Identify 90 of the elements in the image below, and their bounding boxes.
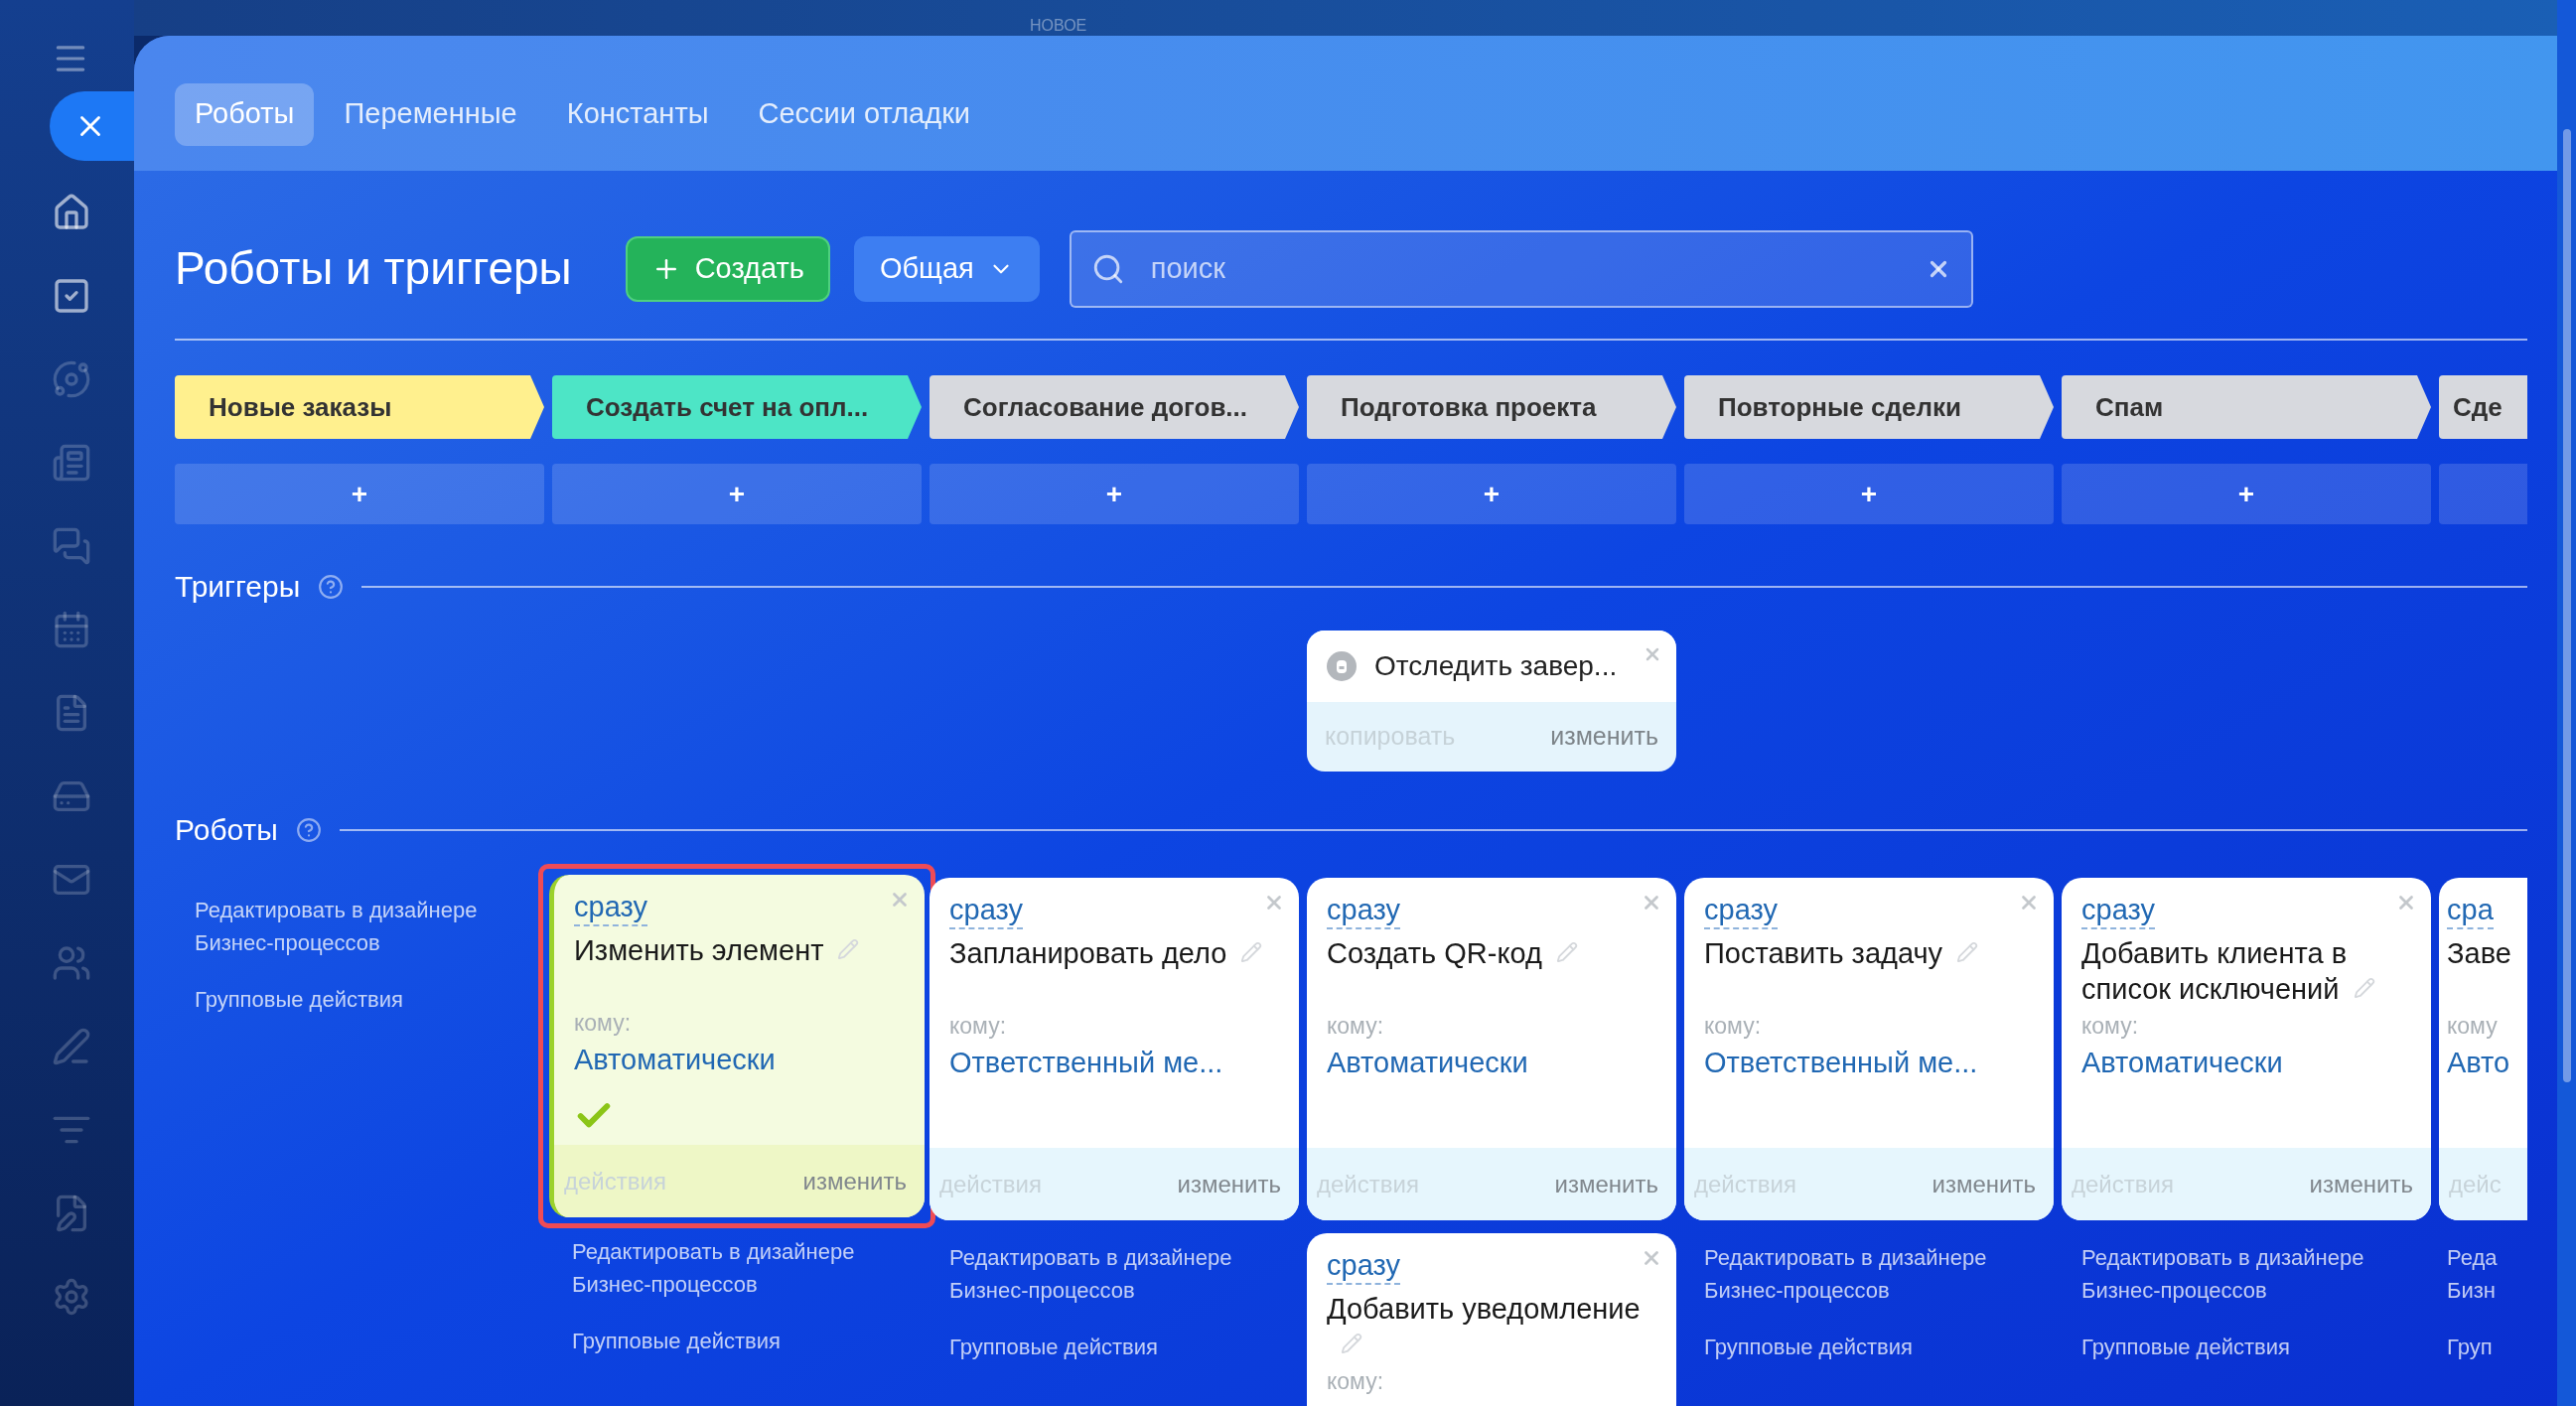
robot-title: Создать QR-код [1327, 937, 1542, 969]
add-trigger-button[interactable]: + [1684, 464, 2054, 524]
home-icon[interactable] [52, 193, 91, 232]
tab[interactable]: Константы [546, 82, 729, 146]
edit-link[interactable]: изменить [2309, 1166, 2413, 1202]
timing-link[interactable]: сразу [2081, 892, 2155, 929]
pencil-icon[interactable] [2353, 977, 2375, 999]
settings-icon[interactable] [52, 1277, 91, 1317]
stage-tab[interactable]: Сде [2439, 375, 2527, 439]
add-trigger-button[interactable] [2439, 464, 2527, 524]
stage-tab[interactable]: Новые заказы [175, 375, 544, 439]
timing-link[interactable]: сразу [949, 892, 1023, 929]
robot-action-link[interactable]: Редактировать в дизайнере Бизнес-процессов [572, 1235, 880, 1301]
recipient-link[interactable]: Автоматически [574, 1042, 776, 1077]
tab[interactable]: Переменные [324, 82, 537, 146]
recipient-label: кому [2447, 1012, 2498, 1041]
pencil-icon[interactable] [1240, 941, 1263, 963]
robot-action-link[interactable]: Реда Бизн [2447, 1241, 2527, 1307]
recipient-link[interactable]: Автоматически [2081, 1045, 2283, 1080]
robot-title: Заве [2447, 937, 2511, 969]
robot-action-link[interactable]: Редактировать в дизайнере Бизнес-процессов [2081, 1241, 2389, 1307]
close-button[interactable] [50, 91, 134, 161]
calendar-icon[interactable] [52, 610, 91, 649]
tab[interactable]: Сессии отладки [738, 82, 991, 146]
robot-title: Запланировать дело [949, 937, 1227, 969]
add-trigger-button[interactable]: + [552, 464, 922, 524]
robot-card[interactable]: сразу Добавить уведомление кому: [1307, 1233, 1676, 1406]
users-icon[interactable] [52, 943, 91, 983]
recipient-link[interactable]: Ответственный ме... [1704, 1045, 1978, 1080]
robot-title: Поставить задачу [1704, 937, 1943, 969]
filter-dropdown[interactable]: Общая [853, 235, 1040, 302]
recipient-label: кому: [949, 1012, 1007, 1041]
add-trigger-button[interactable]: + [2062, 464, 2431, 524]
scrollbar-thumb[interactable] [2562, 129, 2571, 1082]
pencil-icon[interactable] [1341, 1333, 1362, 1354]
trigger-title: Отследить завер... [1374, 649, 1618, 683]
edit-link[interactable]: изменить [802, 1163, 907, 1199]
page-title: Роботы и триггеры [175, 241, 572, 296]
section-title: Триггеры [175, 569, 301, 605]
robot-action-link[interactable]: Групповые действия [195, 983, 502, 1016]
robot-title: Добавить уведомление [1327, 1293, 1641, 1325]
recipient-label: кому: [1327, 1367, 1384, 1396]
stage-tab[interactable]: Спам [2062, 375, 2431, 439]
robot-action-link[interactable]: Редактировать в дизайнере Бизнес-процессов [195, 894, 502, 959]
recipient-label: кому: [1327, 1012, 1384, 1041]
new-label: НОВОЕ [1030, 18, 1087, 34]
circle-nodes-icon[interactable] [52, 359, 91, 399]
robot-action-link[interactable]: Редактировать в дизайнере Бизнес-процессов [1704, 1241, 2012, 1307]
help-icon[interactable] [318, 573, 345, 600]
pencil-icon[interactable] [837, 938, 860, 960]
stage-tab[interactable]: Согласование догов... [930, 375, 1299, 439]
robot-action-link[interactable]: Групповые действия [1704, 1331, 2012, 1363]
create-button[interactable]: Создать [625, 235, 830, 302]
recipient-link[interactable]: Автоматически [1327, 1045, 1528, 1080]
edit-link[interactable]: изменить [1177, 1166, 1281, 1202]
edit-link[interactable]: изменить [1554, 1166, 1658, 1202]
pencil-icon[interactable] [1956, 941, 1979, 963]
stage-tab[interactable]: Создать счет на опл... [552, 375, 922, 439]
add-trigger-button[interactable]: + [175, 464, 544, 524]
timing-link[interactable]: сразу [574, 889, 647, 926]
edit-link[interactable]: изменить [1932, 1166, 2036, 1202]
recipient-label: кому: [2081, 1012, 2139, 1041]
robot-action-link[interactable]: Групповые действия [2081, 1331, 2389, 1363]
recipient-label: кому: [574, 1009, 632, 1038]
recipient-link[interactable]: Ответственный ме... [949, 1045, 1223, 1080]
timing-link[interactable]: сразу [1327, 1247, 1400, 1285]
robot-title: Добавить клиента в список исключений [2081, 937, 2348, 1005]
checkbox-icon[interactable] [52, 276, 91, 316]
timing-link[interactable]: сразу [1327, 892, 1400, 929]
pen-icon[interactable] [52, 1027, 91, 1066]
timing-link[interactable]: сра [2447, 892, 2494, 929]
add-trigger-button[interactable]: + [930, 464, 1299, 524]
robot-action-link[interactable]: Групповые действия [949, 1331, 1257, 1363]
robot-action-link[interactable]: Групповые действия [572, 1325, 880, 1357]
recipient-link[interactable]: Авто [2447, 1045, 2510, 1080]
chat-icon[interactable] [52, 526, 91, 566]
newspaper-icon[interactable] [52, 443, 91, 483]
robot-title: Изменить элемент [574, 934, 824, 966]
help-icon[interactable] [295, 816, 322, 843]
stage-tab[interactable]: Подготовка проекта [1307, 375, 1676, 439]
edit-link[interactable]: изменить [1550, 718, 1658, 756]
pencil-icon[interactable] [1555, 941, 1578, 963]
stage-tab[interactable]: Повторные сделки [1684, 375, 2054, 439]
section-title: Роботы [175, 812, 278, 848]
recipient-label: кому: [1704, 1012, 1762, 1041]
timing-link[interactable]: сразу [1704, 892, 1778, 929]
robot-action-link[interactable]: Груп [2447, 1331, 2527, 1363]
search-field[interactable]: поиск [1069, 229, 1973, 308]
add-trigger-button[interactable]: + [1307, 464, 1676, 524]
robot-action-link[interactable]: Редактировать в дизайнере Бизнес-процессов [949, 1241, 1257, 1307]
